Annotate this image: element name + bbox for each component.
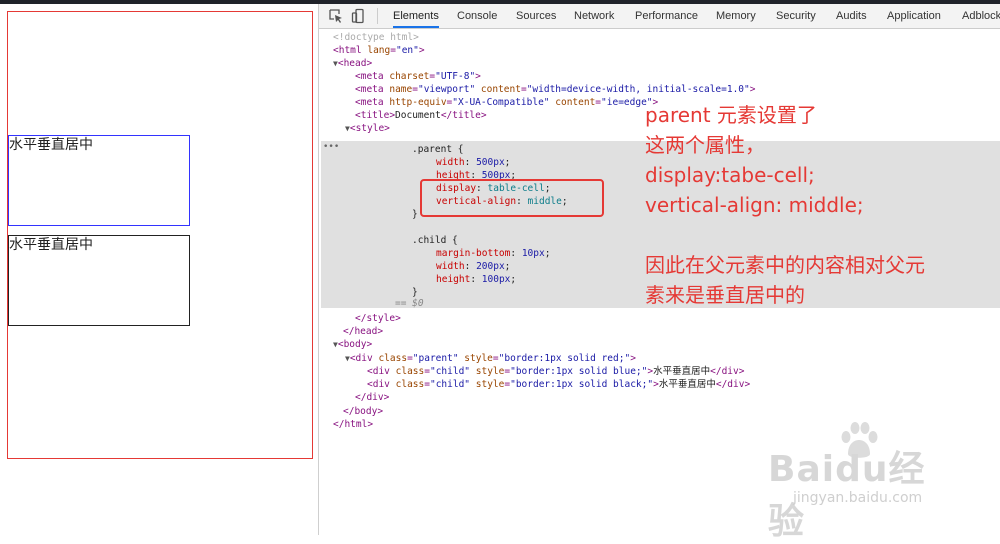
device-toolbar-icon[interactable] — [351, 8, 367, 24]
watermark-url: jingyan.baidu.com — [793, 490, 923, 506]
annotation-line: vertical-align: middle; — [645, 193, 864, 217]
dom-line[interactable]: ▼<head> — [319, 57, 1000, 70]
tab-performance[interactable]: Performance — [635, 4, 698, 28]
annotation-line: 这两个属性， — [645, 133, 765, 157]
tab-elements[interactable]: Elements — [393, 4, 439, 28]
dom-line[interactable]: <div class="child" style="border:1px sol… — [319, 365, 1000, 378]
dom-line[interactable]: </body> — [319, 405, 1000, 418]
tab-console[interactable]: Console — [457, 4, 497, 28]
tab-adblock[interactable]: Adblock — [962, 4, 1000, 28]
child-div-black: 水平垂直居中 — [8, 235, 190, 326]
baidu-watermark: Baidu经验 jingyan.baidu.com — [760, 422, 960, 542]
rendered-page: 水平垂直居中 水平垂直居中 — [0, 4, 318, 535]
annotation-line: display:tabe-cell; — [645, 163, 815, 187]
dom-line[interactable]: <div class="child" style="border:1px sol… — [319, 378, 1000, 391]
dom-line[interactable]: <!doctype html> — [319, 31, 1000, 44]
tab-memory[interactable]: Memory — [716, 4, 756, 28]
tab-network[interactable]: Network — [574, 4, 614, 28]
child-text: 水平垂直居中 — [9, 137, 93, 153]
parent-div: 水平垂直居中 水平垂直居中 — [7, 11, 313, 459]
dom-line[interactable]: </html> — [319, 418, 1000, 431]
dom-line[interactable]: <meta charset="UTF-8"> — [319, 70, 1000, 83]
dom-line[interactable]: </div> — [319, 391, 1000, 404]
devtools-toolbar: Elements Console Sources Network Perform… — [319, 4, 1000, 29]
annotation-line — [645, 220, 1000, 250]
tab-application[interactable]: Application — [887, 4, 941, 28]
dom-line[interactable]: <html lang="en"> — [319, 44, 1000, 57]
tab-sources[interactable]: Sources — [516, 4, 556, 28]
child-text: 水平垂直居中 — [9, 237, 93, 253]
dom-line[interactable]: </head> — [319, 325, 1000, 338]
child-div-blue: 水平垂直居中 — [8, 135, 190, 226]
annotation-line: parent 元素设置了 — [645, 103, 817, 127]
tab-security[interactable]: Security — [776, 4, 816, 28]
annotation-line: 因此在父元素中的内容相对父元 — [645, 253, 925, 277]
dom-line[interactable]: </style> — [319, 312, 1000, 325]
tab-audits[interactable]: Audits — [836, 4, 867, 28]
dom-line[interactable]: <meta name="viewport" content="width=dev… — [319, 83, 1000, 96]
highlight-box — [420, 179, 604, 217]
annotation-line: 素来是垂直居中的 — [645, 283, 805, 307]
dom-line[interactable]: ▼<body> — [319, 338, 1000, 351]
inspect-element-icon[interactable] — [328, 8, 344, 24]
toolbar-separator — [377, 8, 378, 24]
annotation-note: parent 元素设置了 这两个属性， display:tabe-cell; vert… — [645, 100, 1000, 310]
dom-line[interactable]: ▼<div class="parent" style="border:1px s… — [319, 352, 1000, 365]
